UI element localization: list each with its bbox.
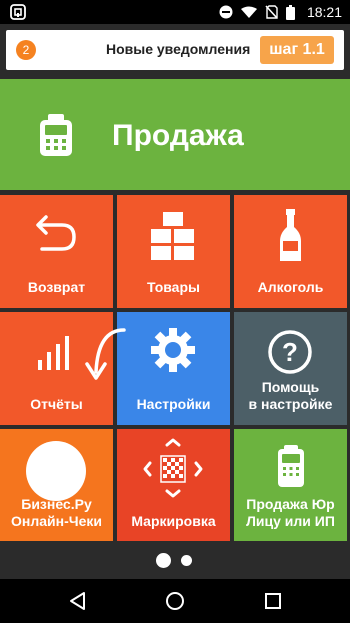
- page-dot[interactable]: [181, 555, 192, 566]
- white-circle-logo: [26, 441, 86, 501]
- question-icon: ?: [268, 330, 312, 374]
- return-label: Возврат: [27, 279, 86, 295]
- help-label: Помощь в настройке: [248, 379, 333, 412]
- bottle-icon: [280, 209, 301, 261]
- business-ru-tile[interactable]: Бизнес.Ру Онлайн-Чеки: [0, 429, 113, 542]
- do-not-disturb-icon: [219, 5, 233, 19]
- gear-icon: [151, 328, 195, 372]
- alcohol-tile[interactable]: Алкоголь: [234, 195, 347, 308]
- no-sim-icon: [265, 5, 278, 19]
- back-icon[interactable]: [66, 589, 90, 613]
- clock: 18:21: [306, 4, 342, 20]
- return-tile[interactable]: Возврат: [0, 195, 113, 308]
- goods-tile[interactable]: Товары: [117, 195, 230, 308]
- navigation-bar: [0, 579, 350, 623]
- settings-tile[interactable]: Настройки: [117, 312, 230, 425]
- app-notification-icon: [10, 4, 26, 20]
- swipe-hint-arrow-icon: [85, 328, 126, 380]
- legal-sale-label: Продажа Юр Лицу или ИП: [246, 496, 335, 529]
- legal-sale-tile[interactable]: Продажа Юр Лицу или ИП: [234, 429, 347, 542]
- page-indicator: [0, 541, 350, 579]
- step-button[interactable]: шаг 1.1: [260, 36, 334, 64]
- return-arrow-icon: [36, 215, 76, 251]
- svg-text:?: ?: [282, 337, 298, 367]
- marking-tile[interactable]: Маркировка: [117, 429, 230, 542]
- payment-terminal-icon: [40, 114, 72, 156]
- settings-label: Настройки: [136, 396, 211, 412]
- help-tile[interactable]: ? Помощь в настройке: [234, 312, 347, 425]
- business-ru-label: Бизнес.Ру Онлайн-Чеки: [11, 496, 102, 529]
- recents-icon[interactable]: [261, 589, 285, 613]
- notification-count-badge: 2: [16, 40, 36, 60]
- payment-terminal-icon: [278, 445, 304, 487]
- sale-tile[interactable]: Продажа: [0, 79, 350, 190]
- marking-label: Маркировка: [131, 513, 216, 529]
- goods-label: Товары: [147, 279, 200, 295]
- battery-icon: [285, 4, 295, 20]
- status-bar: 18:21: [0, 0, 350, 24]
- datamatrix-scan-icon: [143, 438, 203, 498]
- notification-text: Новые уведомления: [106, 41, 251, 57]
- notification-banner[interactable]: 2 Новые уведомления шаг 1.1: [6, 30, 344, 70]
- sale-label: Продажа: [112, 119, 244, 152]
- page-dot-active[interactable]: [156, 553, 171, 568]
- home-icon[interactable]: [163, 589, 187, 613]
- alcohol-label: Алкоголь: [257, 279, 324, 295]
- boxes-icon: [151, 212, 194, 260]
- reports-label: Отчёты: [30, 396, 83, 412]
- wifi-icon: [240, 6, 257, 18]
